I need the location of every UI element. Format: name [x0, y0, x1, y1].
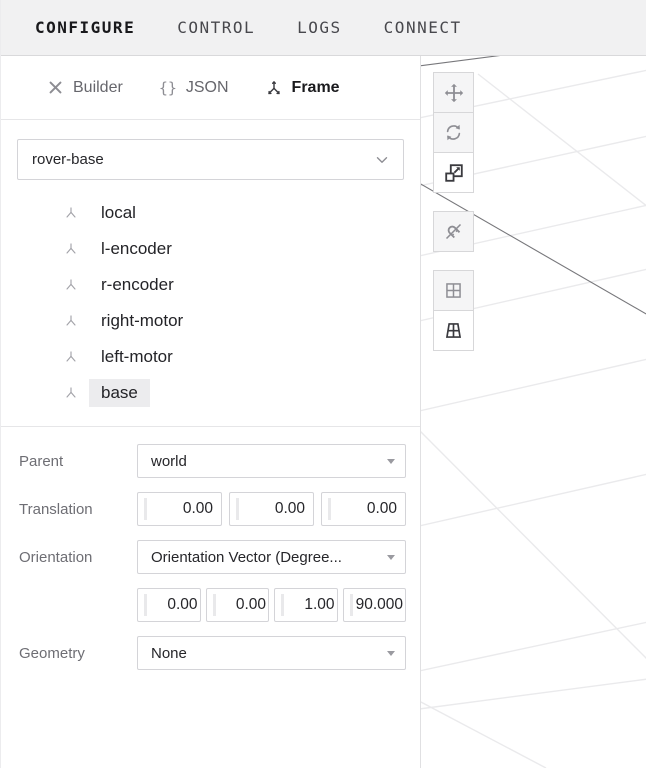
component-select-value: rover-base [32, 151, 104, 168]
translation-x-input[interactable] [137, 492, 222, 526]
translation-z-input[interactable] [321, 492, 406, 526]
snap-disabled-button[interactable] [433, 211, 474, 252]
grid-tool-group [433, 270, 474, 351]
frame-tree-label: right-motor [89, 307, 195, 335]
caret-down-icon [387, 651, 395, 656]
caret-down-icon [387, 555, 395, 560]
orientation-z-input[interactable] [274, 588, 338, 622]
frame-tree-item-left-motor[interactable]: left-motor [1, 339, 420, 375]
frame-axes-icon [265, 79, 283, 97]
frame-tree: local l-encoder r-encoder right-motor le… [1, 195, 420, 411]
frame-tree-item-local[interactable]: local [1, 195, 420, 231]
snap-disabled-icon [443, 221, 464, 242]
parent-select[interactable]: world [137, 444, 406, 478]
parent-select-value: world [151, 453, 187, 470]
tab-frame-label: Frame [292, 79, 340, 97]
tab-connect[interactable]: CONNECT [384, 18, 462, 37]
tab-builder[interactable]: Builder [47, 79, 123, 97]
frame-tree-label: left-motor [89, 343, 185, 371]
parent-label: Parent [19, 453, 137, 470]
frame-tree-label: base [89, 379, 150, 407]
component-select[interactable]: rover-base [17, 139, 404, 180]
frame-axes-icon [63, 241, 81, 257]
geometry-select-value: None [151, 645, 187, 662]
grid-flat-icon [443, 280, 464, 301]
top-nav: CONFIGURE CONTROL LOGS CONNECT [1, 0, 646, 56]
tab-builder-label: Builder [73, 79, 123, 97]
chevron-down-icon [373, 151, 391, 173]
grid-perspective-icon [443, 320, 464, 341]
snap-tool-group [433, 211, 474, 252]
rotate-tool-button[interactable] [433, 112, 474, 153]
move-tool-button[interactable] [433, 72, 474, 113]
frame-tree-item-right-motor[interactable]: right-motor [1, 303, 420, 339]
frame-axes-icon [63, 313, 81, 329]
frame-tree-label: local [89, 199, 148, 227]
tab-control[interactable]: CONTROL [177, 18, 255, 37]
orientation-x-input[interactable] [137, 588, 201, 622]
tab-json-label: JSON [186, 79, 229, 97]
frame-tree-label: r-encoder [89, 271, 186, 299]
scale-icon [443, 162, 465, 184]
three-d-viewport[interactable] [421, 56, 646, 768]
app-window: CONFIGURE CONTROL LOGS CONNECT Builder {… [0, 0, 646, 768]
grid-flat-button[interactable] [433, 270, 474, 311]
scale-tool-button[interactable] [433, 152, 474, 193]
tab-json[interactable]: {} JSON [159, 79, 229, 97]
frame-axes-icon [63, 205, 81, 221]
frame-config-panel: Builder {} JSON Frame rover-base [1, 56, 421, 768]
transform-tool-group [433, 72, 474, 193]
translation-y-input[interactable] [229, 492, 314, 526]
caret-down-icon [387, 459, 395, 464]
frame-tree-item-r-encoder[interactable]: r-encoder [1, 267, 420, 303]
frame-form: Parent world Translation Orientati [1, 427, 420, 670]
frame-axes-icon [63, 277, 81, 293]
orientation-theta-input[interactable] [343, 588, 407, 622]
tab-configure[interactable]: CONFIGURE [35, 18, 135, 37]
translation-label: Translation [19, 501, 137, 518]
orientation-label: Orientation [19, 549, 137, 566]
frame-tree-item-l-encoder[interactable]: l-encoder [1, 231, 420, 267]
geometry-select[interactable]: None [137, 636, 406, 670]
rotate-icon [443, 122, 464, 143]
grid-perspective-button[interactable] [433, 310, 474, 351]
move-icon [443, 82, 465, 104]
orientation-type-select[interactable]: Orientation Vector (Degree... [137, 540, 406, 574]
config-mode-nav: Builder {} JSON Frame [1, 56, 420, 120]
geometry-label: Geometry [19, 645, 137, 662]
tab-logs[interactable]: LOGS [297, 18, 342, 37]
frame-tree-item-base[interactable]: base [1, 375, 420, 411]
frame-axes-icon [63, 385, 81, 401]
tools-icon [47, 79, 64, 96]
braces-icon: {} [159, 79, 177, 97]
orientation-type-value: Orientation Vector (Degree... [151, 549, 342, 566]
orientation-y-input[interactable] [206, 588, 270, 622]
viewport-toolbar [433, 73, 474, 365]
tab-frame[interactable]: Frame [265, 79, 340, 97]
frame-axes-icon [63, 349, 81, 365]
frame-tree-label: l-encoder [89, 235, 184, 263]
